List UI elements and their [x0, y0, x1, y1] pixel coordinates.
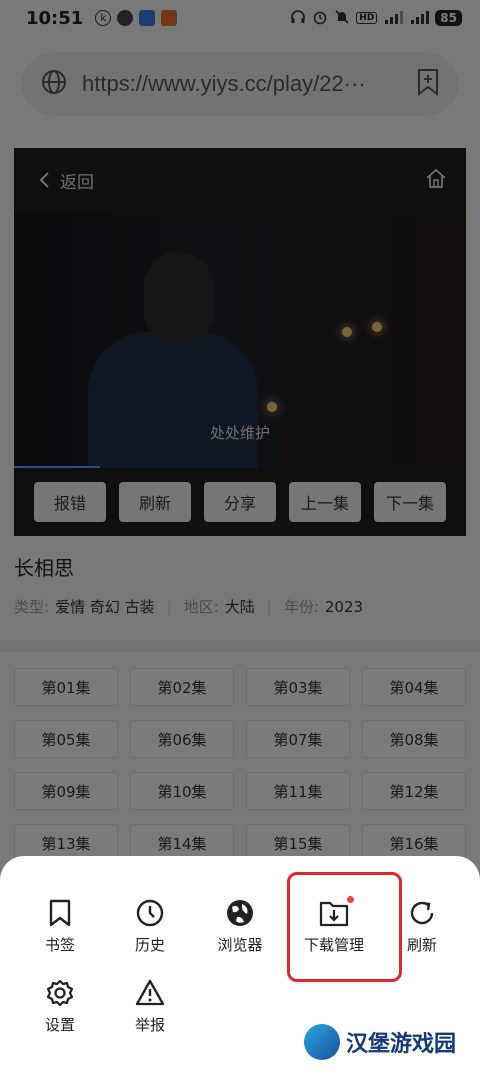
menu-history[interactable]: 历史 [128, 898, 172, 955]
menu-report[interactable]: 举报 [128, 978, 172, 1035]
globe-icon [227, 900, 253, 926]
menu-bookmark-label: 书签 [44, 936, 75, 954]
refresh-icon [410, 901, 434, 925]
menu-refresh-label: 刷新 [406, 936, 437, 954]
gear-icon [46, 979, 74, 1007]
warning-icon [135, 979, 165, 1006]
menu-bookmark[interactable]: 书签 [38, 898, 82, 955]
watermark-text: 汉堡游戏园 [346, 1031, 457, 1057]
menu-browser-label: 浏览器 [217, 936, 263, 954]
highlight-box [287, 872, 402, 982]
menu-history-label: 历史 [134, 936, 165, 954]
menu-report-label: 举报 [134, 1016, 165, 1034]
watermark-logo [304, 1024, 340, 1060]
menu-refresh[interactable]: 刷新 [402, 898, 442, 955]
menu-settings-label: 设置 [44, 1016, 75, 1034]
watermark: 汉堡游戏园 [304, 1024, 456, 1060]
clock-icon [136, 899, 164, 927]
menu-browser[interactable]: 浏览器 [208, 898, 272, 955]
bookmark-icon [49, 899, 71, 927]
menu-settings[interactable]: 设置 [38, 978, 82, 1035]
